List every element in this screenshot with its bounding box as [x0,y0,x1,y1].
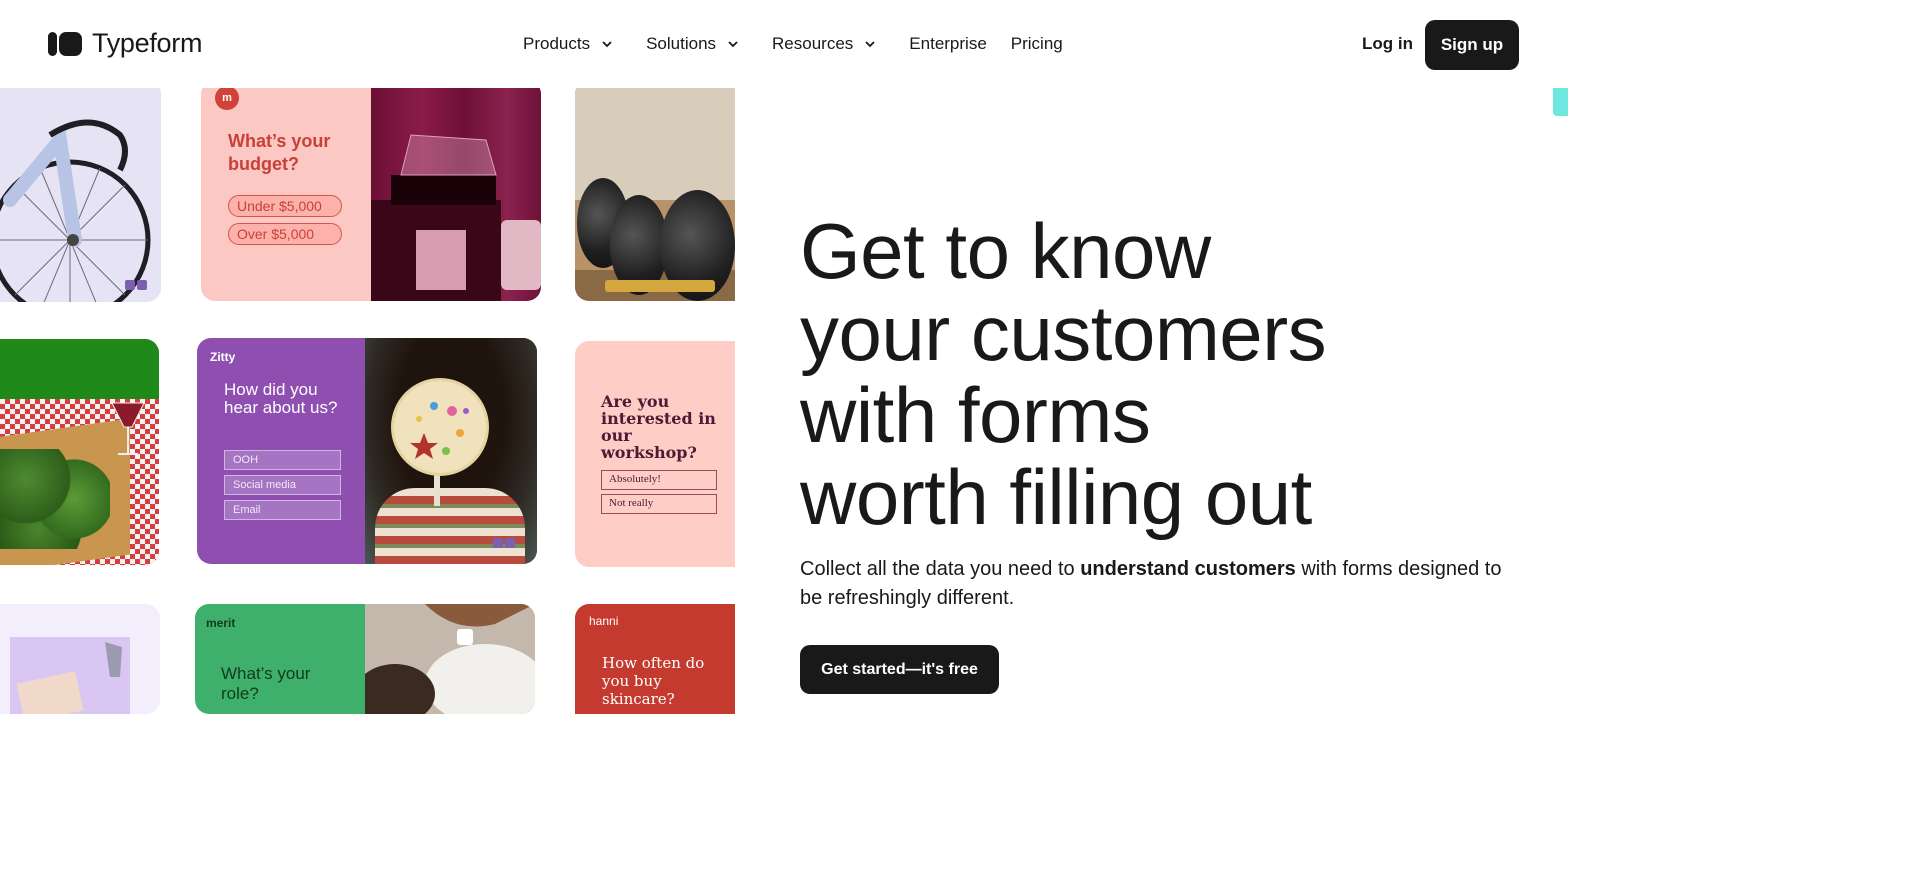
main-nav: Products Solutions Resources Enterprise … [523,34,1063,54]
chevron-down-icon [726,37,740,51]
hero-subtitle: Collect all the data you need to underst… [800,555,1520,613]
workshop-form-card: Are you interested in our workshop? Abso… [575,341,735,567]
nav-enterprise-label: Enterprise [909,34,987,53]
chevron-down-icon [863,37,877,51]
nav-solutions[interactable]: Solutions [646,34,740,54]
cocktail-glass-image [111,402,145,455]
salad-photo-card [0,339,159,565]
coffee-photo [355,604,535,714]
budget-form-panel: m What’s your budget? Under $5,000 Over … [201,80,371,301]
nav-resources[interactable]: Resources [772,34,877,54]
workshop-option: Not really [601,494,717,514]
login-link[interactable]: Log in [1362,34,1413,54]
budget-option: Over $5,000 [228,223,342,245]
hero-title-line: with forms [800,371,1151,459]
get-started-button[interactable]: Get started—it's free [800,645,999,694]
chevron-down-icon [600,37,614,51]
dumbbell-photo-card [575,80,735,301]
envelope-image [10,637,130,714]
mail-card [0,604,160,714]
hero-title: Get to know your customers with forms wo… [800,210,1500,538]
merit-logo: merit [206,616,236,630]
lollipop-photo [365,338,537,564]
coffee-scene-image [355,604,535,714]
zitty-form-card: Zitty How did you hear about us? OOH Soc… [197,338,537,564]
brand-name: Typeform [92,28,203,58]
signup-button[interactable]: Sign up [1425,20,1519,70]
brand-badge-icon: m [215,86,239,110]
workshop-option: Absolutely! [601,470,717,490]
budget-question: What’s your budget? [228,131,331,174]
nav-enterprise[interactable]: Enterprise [909,34,986,54]
turntable-photo [371,80,541,301]
hero-title-line: worth filling out [800,453,1312,541]
bicycle-image [0,119,151,302]
nav-pricing[interactable]: Pricing [1011,34,1063,54]
nav-solutions-label: Solutions [646,34,717,53]
hero-title-line: Get to know [800,207,1211,295]
card-nav-arrows [493,538,515,548]
zitty-option: Email [224,500,341,520]
merit-question: What’s your role? [221,664,311,703]
merit-form-panel: merit What’s your role? [195,604,365,714]
nav-resources-label: Resources [772,34,854,53]
striped-sweater [375,488,525,564]
workshop-question: Are you interested in our workshop? [601,392,716,462]
budget-form-card: m What’s your budget? Under $5,000 Over … [201,80,541,301]
nav-products[interactable]: Products [523,34,614,54]
hanni-form-card: hanni How often do you buy skincare? [575,604,735,714]
turntable-image [371,134,541,301]
bike-card [0,80,161,302]
zitty-option: OOH [224,450,341,470]
hero-subtitle-text: Collect all the data you need to [800,558,1081,580]
nav-pricing-label: Pricing [1010,34,1063,53]
lollipop-image [391,378,489,476]
hero-title-line: your customers [800,289,1327,377]
budget-option: Under $5,000 [228,195,342,217]
hanni-question: How often do you buy skincare? [602,654,705,708]
card-nav-arrows [125,280,147,290]
hero-subtitle-emphasis: understand customers [1080,558,1296,580]
nav-products-label: Products [523,34,591,53]
hanni-logo: hanni [589,614,619,628]
typeform-logo[interactable]: Typeform [48,28,202,59]
merit-form-card: merit What’s your role? [195,604,535,714]
zitty-option: Social media [224,475,341,495]
zitty-logo: Zitty [210,350,236,364]
site-header: Typeform Products Solutions Resources En… [0,0,1568,88]
salad-leaves [0,449,110,549]
zitty-question: How did you hear about us? [224,380,338,417]
zitty-form-panel: Zitty How did you hear about us? OOH Soc… [197,338,365,564]
dumbbell-rack [605,280,715,292]
typeform-logo-icon [48,31,82,56]
